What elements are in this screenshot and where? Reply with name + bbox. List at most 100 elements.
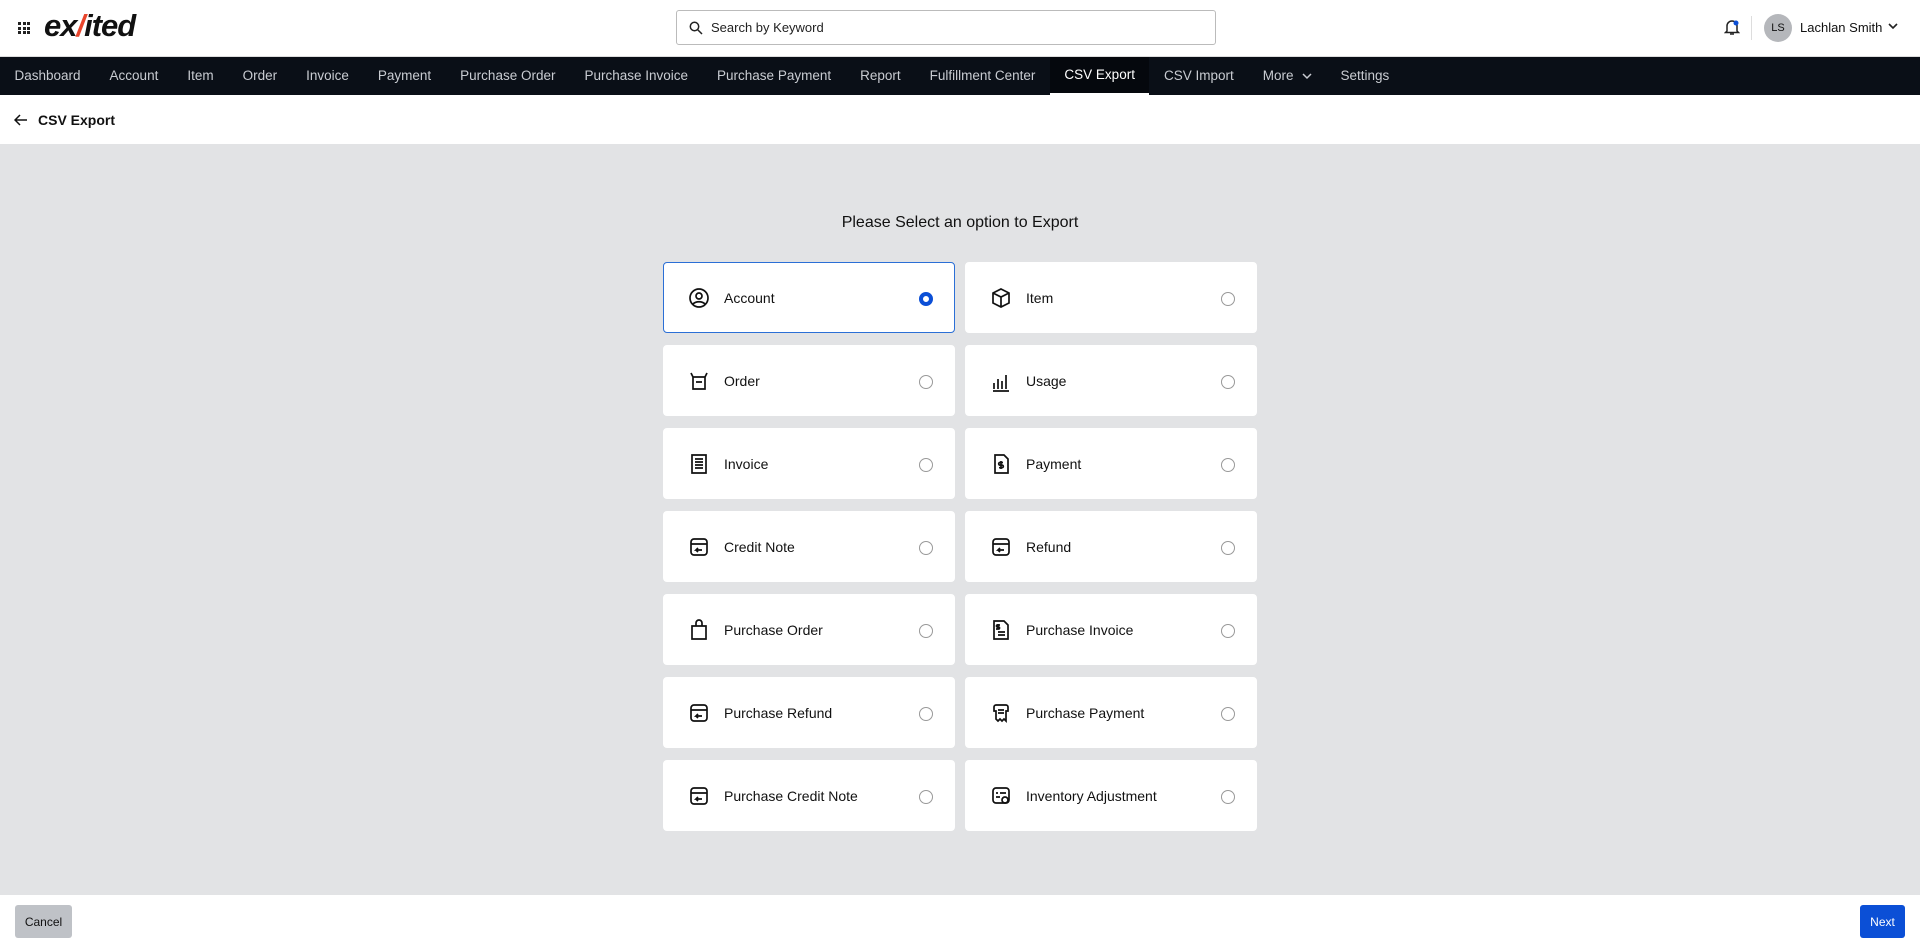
- option-radio[interactable]: [1221, 790, 1235, 804]
- nav-item-payment[interactable]: Payment: [363, 57, 445, 95]
- nav-item-csv-export[interactable]: CSV Export: [1049, 57, 1150, 95]
- nav-label: Fulfillment Center: [929, 68, 1036, 83]
- nav-item-csv-import[interactable]: CSV Import: [1149, 57, 1248, 95]
- bar-chart-icon: [993, 374, 1009, 392]
- option-credit-note[interactable]: Credit Note: [663, 511, 955, 582]
- option-usage[interactable]: Usage: [965, 345, 1257, 416]
- nav-item-purchase-order[interactable]: Purchase Order: [446, 57, 570, 95]
- nav-item-invoice[interactable]: Invoice: [292, 57, 364, 95]
- option-radio[interactable]: [1221, 458, 1235, 472]
- search-icon: [689, 21, 703, 35]
- next-button[interactable]: Next: [1860, 905, 1905, 938]
- option-order[interactable]: Order: [663, 345, 955, 416]
- notification-bell-icon[interactable]: [1724, 18, 1740, 36]
- option-refund[interactable]: Refund: [965, 511, 1257, 582]
- app-grid-icon[interactable]: [18, 22, 30, 34]
- nav-item-settings[interactable]: Settings: [1326, 57, 1404, 95]
- nav-item-item[interactable]: Item: [173, 57, 228, 95]
- nav-item-dashboard[interactable]: Dashboard: [0, 57, 95, 95]
- option-purchase-order[interactable]: Purchase Order: [663, 594, 955, 665]
- nav-item-fulfillment-center[interactable]: Fulfillment Center: [915, 57, 1050, 95]
- option-purchase-refund[interactable]: Purchase Refund: [663, 677, 955, 748]
- invoice-icon: [691, 453, 707, 474]
- nav-label: Invoice: [306, 68, 349, 83]
- inventory-adjustment-icon: [992, 786, 1010, 804]
- search-placeholder: Search by Keyword: [711, 20, 824, 35]
- nav-label: Dashboard: [14, 68, 81, 83]
- option-radio[interactable]: [1221, 541, 1235, 555]
- nav-label: Purchase Order: [460, 68, 556, 83]
- option-radio[interactable]: [919, 624, 933, 638]
- nav-item-account[interactable]: Account: [95, 57, 173, 95]
- purchase-refund-icon: [690, 703, 708, 722]
- back-arrow-icon[interactable]: [14, 113, 28, 126]
- purchase-credit-note-icon: [690, 786, 708, 805]
- option-radio[interactable]: [1221, 292, 1235, 306]
- nav-item-report[interactable]: Report: [846, 57, 916, 95]
- option-radio[interactable]: [919, 458, 933, 472]
- nav-item-more[interactable]: More: [1248, 57, 1326, 95]
- nav-item-purchase-invoice[interactable]: Purchase Invoice: [570, 57, 703, 95]
- option-label: Purchase Refund: [724, 704, 833, 721]
- cancel-button[interactable]: Cancel: [15, 905, 72, 938]
- option-label: Account: [724, 289, 775, 306]
- option-invoice[interactable]: Invoice: [663, 428, 955, 499]
- option-radio[interactable]: [1221, 707, 1235, 721]
- option-radio[interactable]: [919, 707, 933, 721]
- nav-label: More: [1262, 68, 1294, 83]
- option-purchase-credit-note[interactable]: Purchase Credit Note: [663, 760, 955, 831]
- option-account[interactable]: Account: [663, 262, 955, 333]
- footer: Cancel Next: [0, 895, 1920, 945]
- option-purchase-payment[interactable]: Purchase Payment: [965, 677, 1257, 748]
- option-radio[interactable]: [1221, 375, 1235, 389]
- option-label: Purchase Payment: [1026, 704, 1145, 721]
- order-icon: [690, 372, 708, 390]
- avatar[interactable]: LS: [1764, 14, 1792, 42]
- option-radio[interactable]: [1221, 624, 1235, 638]
- nav-label: Order: [242, 68, 278, 83]
- search-input[interactable]: Search by Keyword: [676, 10, 1216, 45]
- option-radio[interactable]: [919, 375, 933, 389]
- option-label: Invoice: [724, 455, 769, 472]
- shopping-bag-icon: [691, 618, 707, 640]
- option-label: Payment: [1026, 455, 1082, 472]
- nav-label: CSV Export: [1064, 67, 1135, 82]
- option-label: Usage: [1026, 372, 1067, 389]
- top-header: ex/ited Search by Keyword LS Lachlan Smi…: [0, 0, 1920, 57]
- breadcrumb: CSV Export: [0, 95, 1920, 144]
- nav-label: Payment: [377, 68, 432, 83]
- credit-note-icon: [690, 537, 708, 556]
- option-label: Purchase Order: [724, 621, 823, 638]
- nav-label: CSV Import: [1163, 68, 1234, 83]
- nav-label: Purchase Invoice: [584, 68, 689, 83]
- option-label: Order: [724, 372, 760, 389]
- nav-label: Purchase Payment: [717, 68, 832, 83]
- logo[interactable]: ex/ited: [44, 8, 136, 44]
- page-title: CSV Export: [38, 111, 116, 128]
- account-icon: [689, 287, 709, 308]
- option-radio[interactable]: [919, 790, 933, 804]
- option-label: Item: [1026, 289, 1054, 306]
- user-name[interactable]: Lachlan Smith: [1800, 20, 1882, 35]
- chevron-down-icon[interactable]: [1888, 22, 1898, 30]
- purchase-invoice-icon: [993, 619, 1009, 640]
- option-label: Purchase Invoice: [1026, 621, 1134, 638]
- nav-label: Settings: [1340, 68, 1390, 83]
- nav-item-order[interactable]: Order: [228, 57, 292, 95]
- main-nav: Dashboard Account Item Order Invoice Payment P…: [0, 57, 1920, 95]
- purchase-payment-icon: [993, 703, 1009, 723]
- nav-item-purchase-payment[interactable]: Purchase Payment: [703, 57, 846, 95]
- option-radio[interactable]: [919, 292, 933, 306]
- option-label: Refund: [1026, 538, 1072, 555]
- option-label: Inventory Adjustment: [1026, 787, 1157, 804]
- option-radio[interactable]: [919, 541, 933, 555]
- option-item[interactable]: Item: [965, 262, 1257, 333]
- box-icon: [992, 287, 1010, 308]
- option-inventory-adjustment[interactable]: Inventory Adjustment: [965, 760, 1257, 831]
- refund-icon: [992, 537, 1010, 556]
- option-purchase-invoice[interactable]: Purchase Invoice: [965, 594, 1257, 665]
- option-label: Credit Note: [724, 538, 795, 555]
- option-payment[interactable]: Payment: [965, 428, 1257, 499]
- nav-label: Report: [860, 68, 901, 83]
- nav-label: Item: [187, 68, 214, 83]
